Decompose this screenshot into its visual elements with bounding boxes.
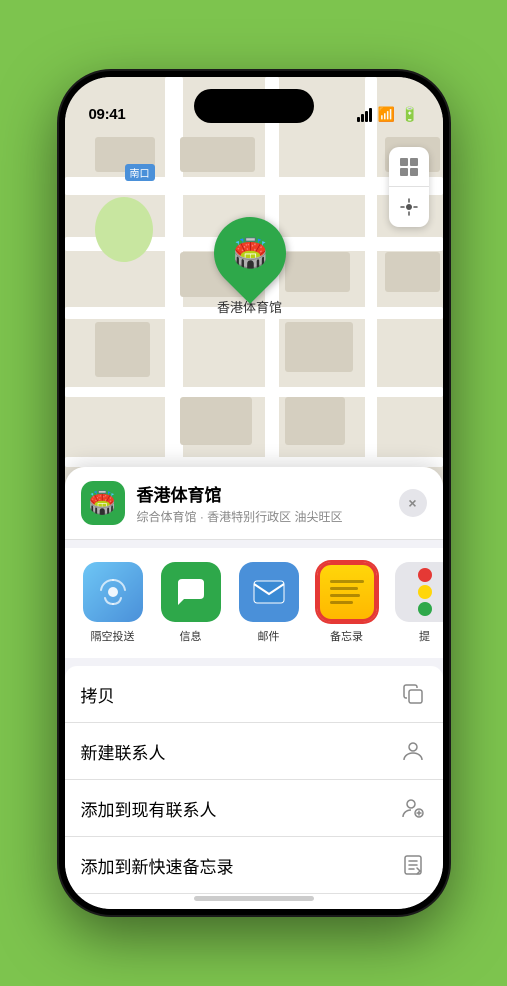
- action-copy-label: 拷贝: [81, 682, 115, 707]
- mail-icon-box[interactable]: [239, 562, 299, 622]
- action-add-note-label: 添加到新快速备忘录: [81, 853, 234, 878]
- copy-icon: [399, 680, 427, 708]
- action-list: 拷贝 新建联系人: [65, 666, 443, 909]
- printer-icon: [399, 908, 427, 909]
- venue-pin: 🏟️ 香港体育馆: [214, 217, 286, 316]
- share-item-airdrop[interactable]: 隔空投送: [81, 562, 145, 644]
- signal-icon: [357, 108, 372, 122]
- bottom-sheet: 🏟️ 香港体育馆 综合体育馆 · 香港特别行政区 油尖旺区 ×: [65, 467, 443, 909]
- dynamic-island: [194, 89, 314, 123]
- action-copy[interactable]: 拷贝: [65, 666, 443, 723]
- wifi-icon: 📶: [378, 106, 395, 123]
- home-indicator: [194, 896, 314, 901]
- road-label: 南口: [125, 164, 155, 181]
- venue-info: 香港体育馆 综合体育馆 · 香港特别行政区 油尖旺区: [137, 481, 387, 525]
- messages-icon-box[interactable]: [161, 562, 221, 622]
- pin-circle: 🏟️: [199, 202, 301, 304]
- status-time: 09:41: [89, 106, 126, 123]
- venue-card: 🏟️ 香港体育馆 综合体育馆 · 香港特别行政区 油尖旺区 ×: [65, 467, 443, 540]
- map-controls[interactable]: [389, 147, 429, 227]
- share-item-messages[interactable]: 信息: [159, 562, 223, 644]
- share-item-notes[interactable]: 备忘录: [315, 562, 379, 644]
- status-icons: 📶 🔋: [357, 106, 419, 123]
- venue-icon: 🏟️: [81, 481, 125, 525]
- share-item-mail[interactable]: 邮件: [237, 562, 301, 644]
- phone-frame: 09:41 📶 🔋: [59, 71, 449, 915]
- phone-screen: 09:41 📶 🔋: [65, 77, 443, 909]
- stadium-icon: 🏟️: [232, 237, 267, 270]
- airdrop-label: 隔空投送: [91, 628, 135, 644]
- messages-label: 信息: [180, 628, 202, 644]
- location-button[interactable]: [389, 187, 429, 227]
- notes-icon-box[interactable]: [317, 562, 377, 622]
- venue-subtitle: 综合体育馆 · 香港特别行政区 油尖旺区: [137, 508, 387, 525]
- action-add-existing-label: 添加到现有联系人: [81, 796, 217, 821]
- map-type-button[interactable]: [389, 147, 429, 187]
- share-item-more[interactable]: 提: [393, 562, 443, 644]
- action-add-existing[interactable]: 添加到现有联系人: [65, 780, 443, 837]
- notes-label: 备忘录: [330, 628, 363, 644]
- person-icon: [399, 737, 427, 765]
- airdrop-icon-box[interactable]: [83, 562, 143, 622]
- close-button[interactable]: ×: [399, 489, 427, 517]
- map-area[interactable]: 南口: [65, 77, 443, 517]
- share-row: 隔空投送 信息: [65, 548, 443, 658]
- more-label: 提: [419, 628, 430, 644]
- action-new-contact[interactable]: 新建联系人: [65, 723, 443, 780]
- action-new-contact-label: 新建联系人: [81, 739, 166, 764]
- battery-icon: 🔋: [401, 106, 418, 123]
- quick-note-icon: [399, 851, 427, 879]
- notes-lines-icon: [330, 580, 364, 604]
- more-icon-box[interactable]: [395, 562, 443, 622]
- venue-name: 香港体育馆: [137, 481, 387, 506]
- action-add-note[interactable]: 添加到新快速备忘录: [65, 837, 443, 894]
- mail-label: 邮件: [258, 628, 280, 644]
- person-add-icon: [399, 794, 427, 822]
